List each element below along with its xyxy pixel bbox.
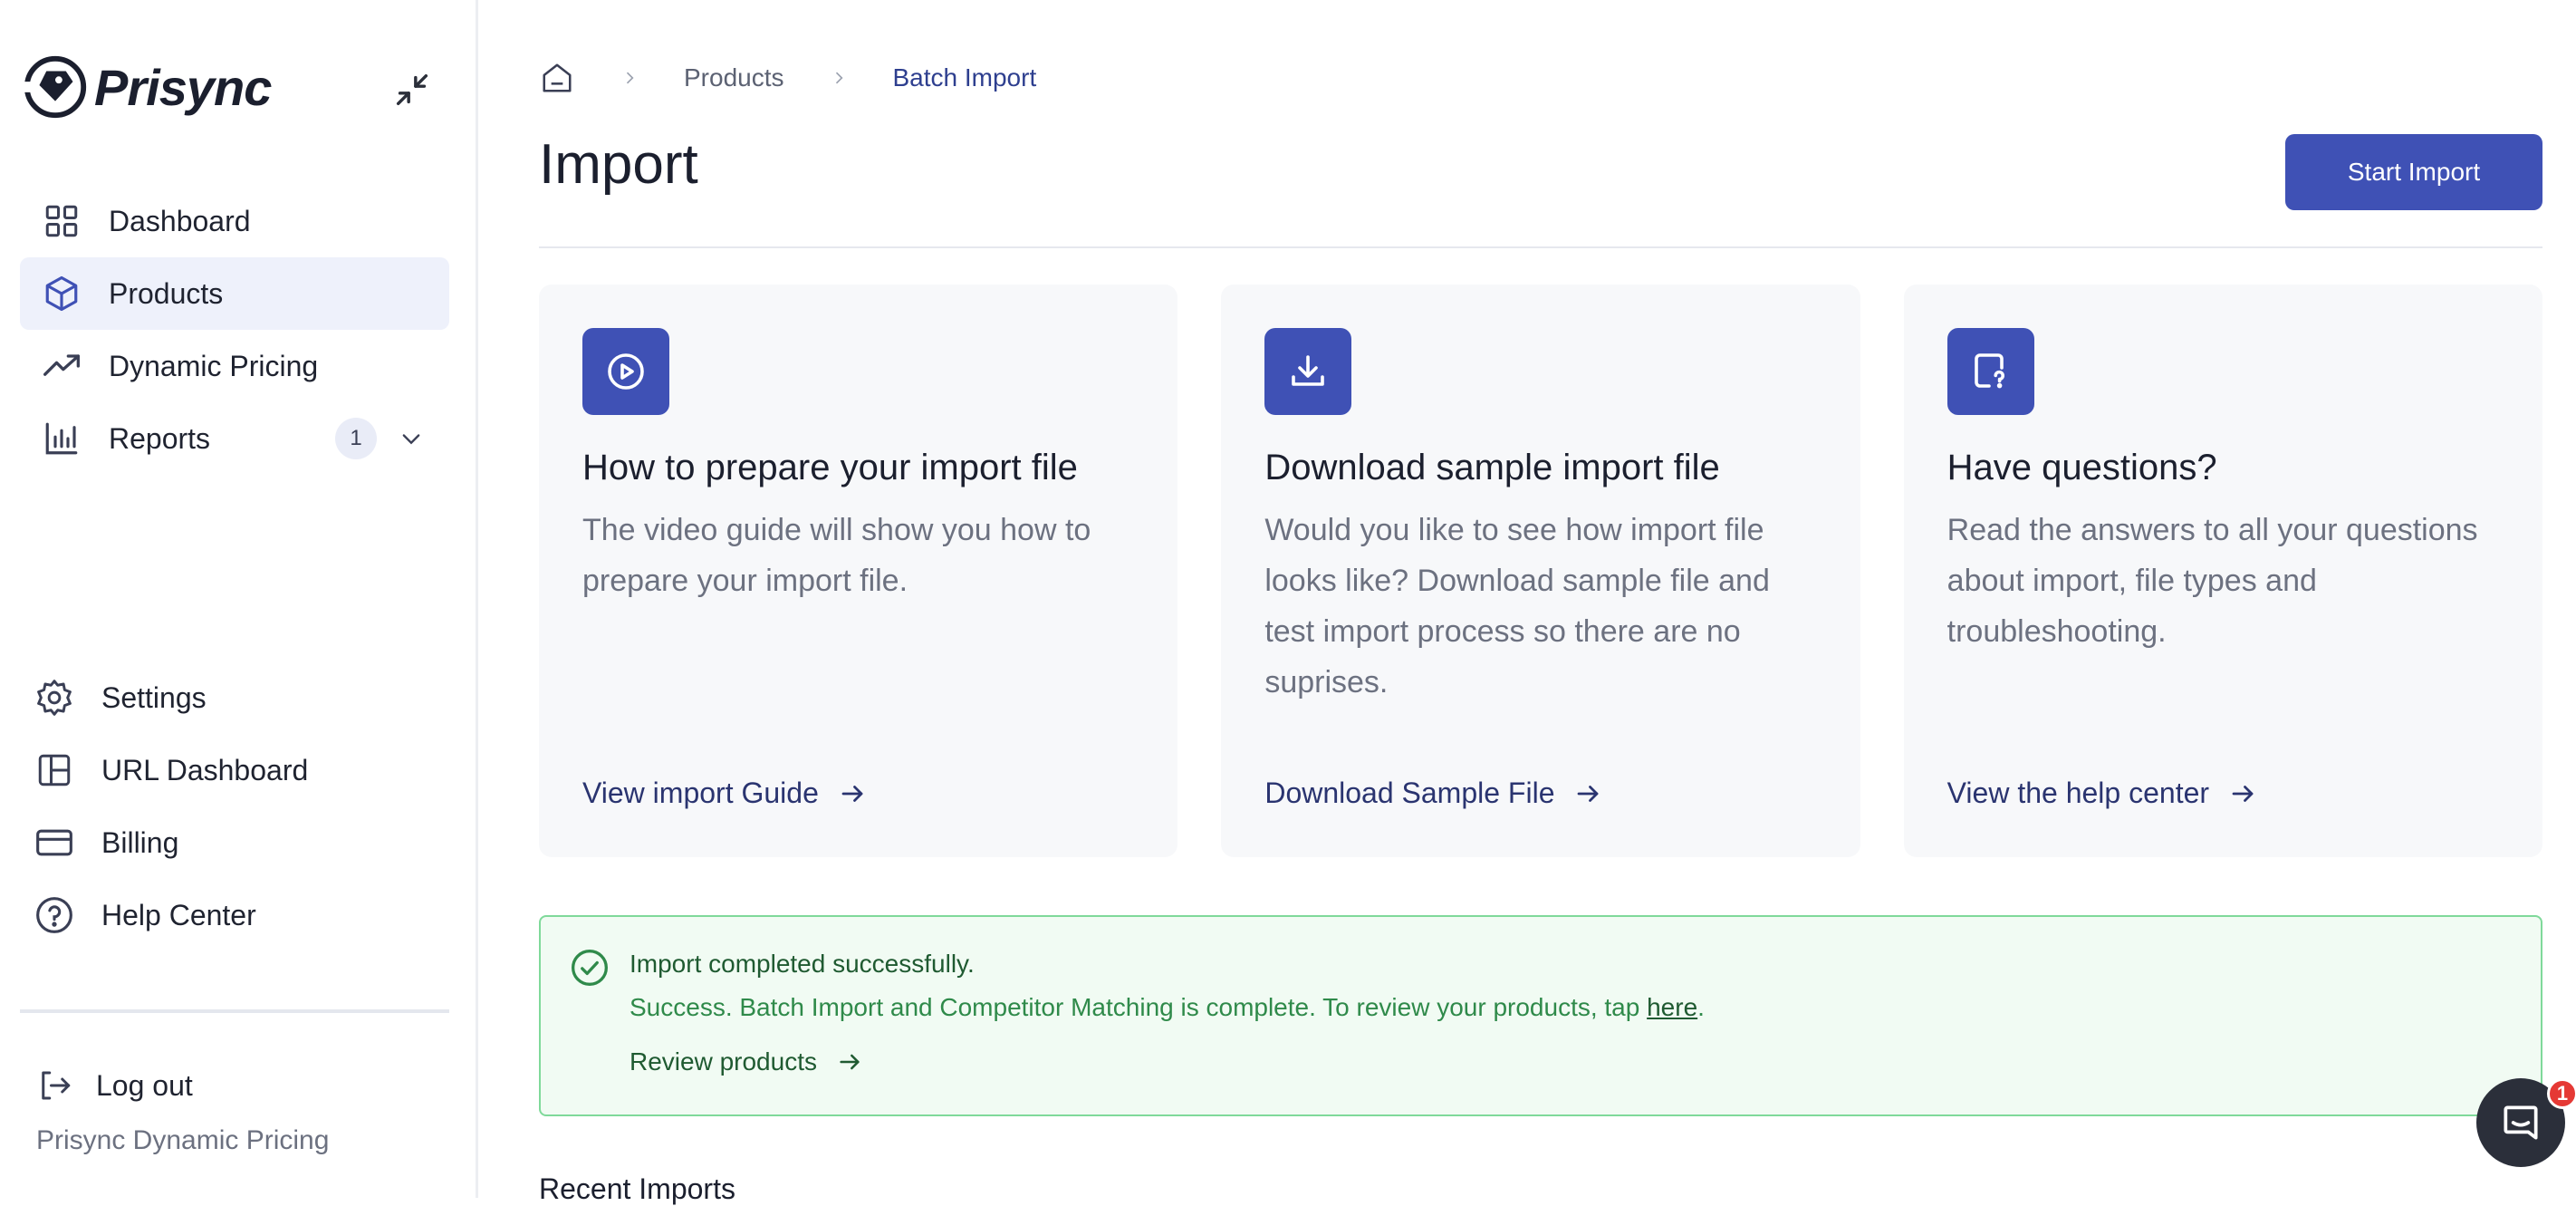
alert-body: Success. Batch Import and Competitor Mat…	[630, 993, 1705, 1022]
download-icon	[1264, 328, 1352, 415]
arrow-right-icon	[839, 779, 868, 808]
sidebar-item-label: URL Dashboard	[101, 753, 309, 786]
card-link-label: Download Sample File	[1264, 777, 1555, 809]
card-questions: Have questions? Read the answers to all …	[1903, 285, 2542, 857]
arrow-right-icon	[1574, 779, 1603, 808]
bar-chart-icon	[42, 419, 82, 458]
collapse-sidebar-button[interactable]	[389, 67, 435, 112]
card-title: Have questions?	[1946, 448, 2217, 487]
chevron-right-icon	[613, 69, 646, 87]
logo-text: Prisync	[94, 58, 272, 116]
sidebar-nav: Dashboard Products Dynamic Pricing Repor…	[20, 185, 449, 475]
alert-here-link[interactable]: here	[1647, 993, 1697, 1021]
main-content: Products Batch Import Import Start Impor…	[539, 0, 2542, 1205]
chevron-down-icon[interactable]	[393, 420, 429, 457]
sidebar-bottom-nav: Settings URL Dashboard Billing Help Cent…	[20, 661, 449, 951]
view-import-guide-link[interactable]: View import Guide	[582, 777, 868, 810]
card-title: Download sample import file	[1264, 448, 1720, 487]
home-icon[interactable]	[539, 60, 575, 96]
arrow-right-icon	[2229, 779, 2258, 808]
sidebar-item-help-center[interactable]: Help Center	[20, 879, 449, 951]
alert-title: Import completed successfully.	[630, 950, 975, 978]
card-description: The video guide will show you how to pre…	[582, 513, 1091, 598]
card-description: Read the answers to all your questions a…	[1946, 513, 2478, 649]
breadcrumb-batch-import: Batch Import	[892, 63, 1037, 92]
sidebar: Prisync Dashboard Products Dynamic Prici…	[0, 0, 478, 1198]
sidebar-item-url-dashboard[interactable]: URL Dashboard	[20, 734, 449, 806]
card-sample-file: Download sample import file Would you li…	[1221, 285, 1860, 857]
logout-icon	[34, 1066, 74, 1105]
reports-count-badge: 1	[335, 418, 377, 459]
review-products-link[interactable]: Review products	[630, 1047, 864, 1076]
grid-icon	[42, 201, 82, 241]
gear-icon	[34, 678, 74, 718]
info-cards: How to prepare your import file The vide…	[539, 285, 2542, 857]
sidebar-item-reports[interactable]: Reports 1	[20, 402, 449, 475]
sidebar-item-label: Dynamic Pricing	[109, 349, 319, 382]
sidebar-item-label: Dashboard	[109, 204, 251, 237]
sidebar-item-label: Help Center	[101, 898, 256, 931]
sidebar-item-label: Billing	[101, 825, 179, 859]
alert-body-suffix: .	[1697, 993, 1705, 1021]
sidebar-item-settings[interactable]: Settings	[20, 661, 449, 734]
sidebar-item-label: Reports	[109, 421, 211, 455]
card-title: How to prepare your import file	[582, 448, 1078, 487]
cube-icon	[42, 274, 82, 314]
help-file-icon	[1946, 328, 2034, 415]
chat-notification-badge: 1	[2547, 1078, 2576, 1109]
sidebar-item-billing[interactable]: Billing	[20, 806, 449, 879]
logo-icon	[23, 55, 87, 119]
logo[interactable]: Prisync	[20, 51, 437, 123]
sidebar-item-label: Products	[109, 276, 224, 310]
card-link-label: View the help center	[1946, 777, 2210, 809]
sidebar-item-products[interactable]: Products	[20, 257, 449, 330]
review-products-label: Review products	[630, 1047, 817, 1076]
collapse-icon	[396, 73, 428, 106]
page-title: Import	[539, 133, 698, 196]
download-sample-file-link[interactable]: Download Sample File	[1264, 777, 1603, 810]
sidebar-item-dynamic-pricing[interactable]: Dynamic Pricing	[20, 330, 449, 402]
alert-body-text: Success. Batch Import and Competitor Mat…	[630, 993, 1648, 1021]
credit-card-icon	[34, 823, 74, 863]
trending-up-icon	[42, 346, 82, 386]
check-circle-icon	[572, 950, 608, 986]
layout-icon	[34, 750, 74, 790]
sidebar-divider	[20, 1009, 449, 1013]
breadcrumb-products[interactable]: Products	[684, 63, 784, 92]
chevron-right-icon	[822, 69, 855, 87]
logout-button[interactable]: Log out	[20, 1049, 449, 1122]
arrow-right-icon	[837, 1048, 864, 1076]
help-circle-icon	[34, 895, 74, 935]
recent-imports-heading: Recent Imports	[539, 1172, 735, 1205]
logout-label: Log out	[96, 1068, 193, 1102]
card-link-label: View import Guide	[582, 777, 819, 809]
sidebar-item-dashboard[interactable]: Dashboard	[20, 185, 449, 257]
header-divider	[539, 246, 2542, 248]
view-help-center-link[interactable]: View the help center	[1947, 777, 2258, 810]
play-circle-icon	[582, 328, 669, 415]
app-footer-name: Prisync Dynamic Pricing	[36, 1125, 330, 1155]
success-alert: Import completed successfully. Success. …	[539, 915, 2542, 1116]
sidebar-item-label: Settings	[101, 680, 207, 714]
start-import-button[interactable]: Start Import	[2285, 134, 2542, 210]
card-import-guide: How to prepare your import file The vide…	[539, 285, 1178, 857]
card-description: Would you like to see how import file lo…	[1264, 513, 1770, 699]
chat-icon	[2504, 1105, 2538, 1140]
breadcrumb: Products Batch Import	[539, 56, 1036, 100]
